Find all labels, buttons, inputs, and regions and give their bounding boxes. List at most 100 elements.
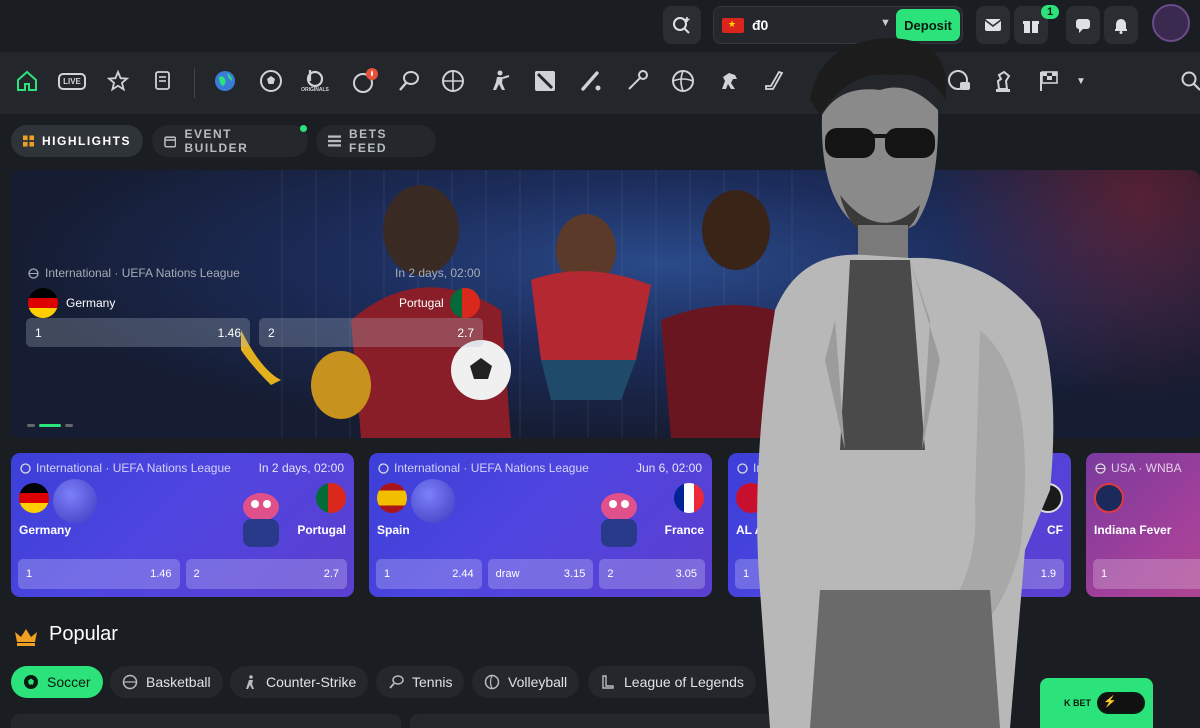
betslip-icon[interactable] [148,66,178,96]
match-card[interactable]: International · UEFA Nations League In 2… [11,453,354,597]
card-team-away: Portugal [297,523,346,537]
banner-team-home: Germany [28,288,115,318]
globe-icon [28,267,39,279]
tab-highlights[interactable]: HIGHLIGHTS [11,125,143,157]
badminton-icon[interactable] [622,66,652,96]
basketball-icon [122,674,138,690]
germany-flag-icon [28,288,58,318]
notifications-button[interactable] [1104,6,1138,44]
soccer-ball-decoration [53,479,97,523]
odd-button[interactable]: 1 2.44 [376,559,482,589]
list-icon [328,135,341,147]
toggle-switch[interactable] [1097,692,1145,714]
mascot-illustration [601,493,637,547]
live-icon[interactable]: LIVE [56,66,88,96]
section-title: Popular [49,623,118,645]
basketball-icon [1095,462,1106,474]
soccer-icon[interactable] [256,66,286,96]
soccer-icon [24,675,38,689]
card-team-home: Germany [19,523,72,537]
rewards-count-badge: 1 [1041,5,1060,19]
mascot-illustration [243,493,279,547]
grid-icon [23,135,34,147]
card-odds: 1 1.46 2 2.7 [18,559,347,589]
match-card[interactable]: USA · WNBA Indiana Fever 1 [1086,453,1200,597]
dota-icon[interactable] [530,66,560,96]
search-icon[interactable] [1176,66,1200,96]
card-league: USA · WNBA [1095,461,1182,475]
chip-league-of-legends[interactable]: League of Legends [588,666,756,698]
card-team-home: Indiana Fever [1094,523,1172,537]
carousel-dot-active[interactable] [39,424,61,427]
tab-label: EVENT BUILDER [184,127,249,155]
match-list-card [11,714,401,728]
card-odds: 1 2.44 draw 3.15 2 3.05 [376,559,706,589]
chip-soccer[interactable]: Soccer [11,666,103,698]
spain-flag-icon [377,483,407,513]
banner-odd-home[interactable]: 1 1.46 [26,318,250,347]
tab-label: BETS FEED [348,127,387,155]
star-icon[interactable] [103,66,133,96]
league-of-legends-icon [602,675,614,689]
globe-icon[interactable] [210,66,240,96]
calendar-icon [164,135,177,148]
tennis-icon[interactable] [394,66,424,96]
card-team-home: Spain [377,523,410,537]
odd-button[interactable]: 1 1.46 [18,559,180,589]
globe-icon [378,462,389,474]
germany-flag-icon [19,483,49,513]
user-avatar[interactable] [1152,4,1190,42]
chevron-down-icon: ▼ [880,17,891,29]
portugal-flag-icon [316,483,346,513]
odd-button[interactable]: 2 2.7 [185,559,347,589]
carousel-dot[interactable] [65,424,73,427]
chip-tennis[interactable]: Tennis [376,666,465,698]
card-time: In 2 days, 02:00 [258,461,344,475]
indiana-fever-logo-icon [1094,483,1124,513]
banner-odd-away[interactable]: 2 2.7 [259,318,483,347]
carousel-indicator [27,424,73,427]
soccer-ball-decoration [411,479,455,523]
counter-strike-icon[interactable] [484,66,514,96]
card-league: International · UEFA Nations League [20,461,231,475]
originals-icon[interactable]: ORIGINALS [300,66,330,96]
card-time: Jun 6, 02:00 [635,461,702,475]
card-odds: 1 [1093,559,1200,589]
banner-match-time: In 2 days, 02:00 [395,266,481,280]
players-illustration [241,185,801,438]
crown-icon [15,629,37,646]
basketball-icon[interactable] [438,66,468,96]
match-card[interactable]: International · UEFA Nations League Jun … [369,453,712,597]
cricket-icon[interactable] [576,66,606,96]
globe-icon [20,462,31,474]
portugal-flag-icon [449,288,480,318]
tab-label: HIGHLIGHTS [42,134,131,148]
promotional-person-image [757,38,1054,728]
counter-strike-icon [246,675,254,689]
chat-button[interactable] [1066,6,1100,44]
home-icon[interactable] [12,66,42,96]
search-plus-icon [673,17,690,34]
odd-button[interactable]: 2 3.05 [599,559,706,589]
card-team-away: France [664,523,704,537]
search-button[interactable] [663,6,701,44]
volleyball-icon[interactable] [668,66,698,96]
france-flag-icon [674,483,704,513]
odd-button[interactable]: 1 [1093,559,1200,589]
nav-divider [194,68,195,98]
volleyball-icon [484,674,500,690]
chip-basketball[interactable]: Basketball [110,666,223,698]
more-sports-dropdown-icon[interactable]: ▼ [1066,66,1096,96]
chip-counter-strike[interactable]: Counter-Strike [230,666,369,698]
banner-league: International · UEFA Nations League [28,266,240,280]
bell-icon [1115,19,1127,34]
banner-team-away: Portugal [399,288,480,318]
tab-event-builder[interactable]: EVENT BUILDER [152,125,308,157]
chat-icon [1076,19,1090,33]
carousel-dot[interactable] [27,424,35,427]
tab-bets-feed[interactable]: BETS FEED [316,125,436,157]
chip-volleyball[interactable]: Volleyball [472,666,580,698]
hot-sports-icon[interactable] [350,66,380,96]
tennis-icon [389,675,404,689]
odd-button[interactable]: draw 3.15 [487,559,594,589]
